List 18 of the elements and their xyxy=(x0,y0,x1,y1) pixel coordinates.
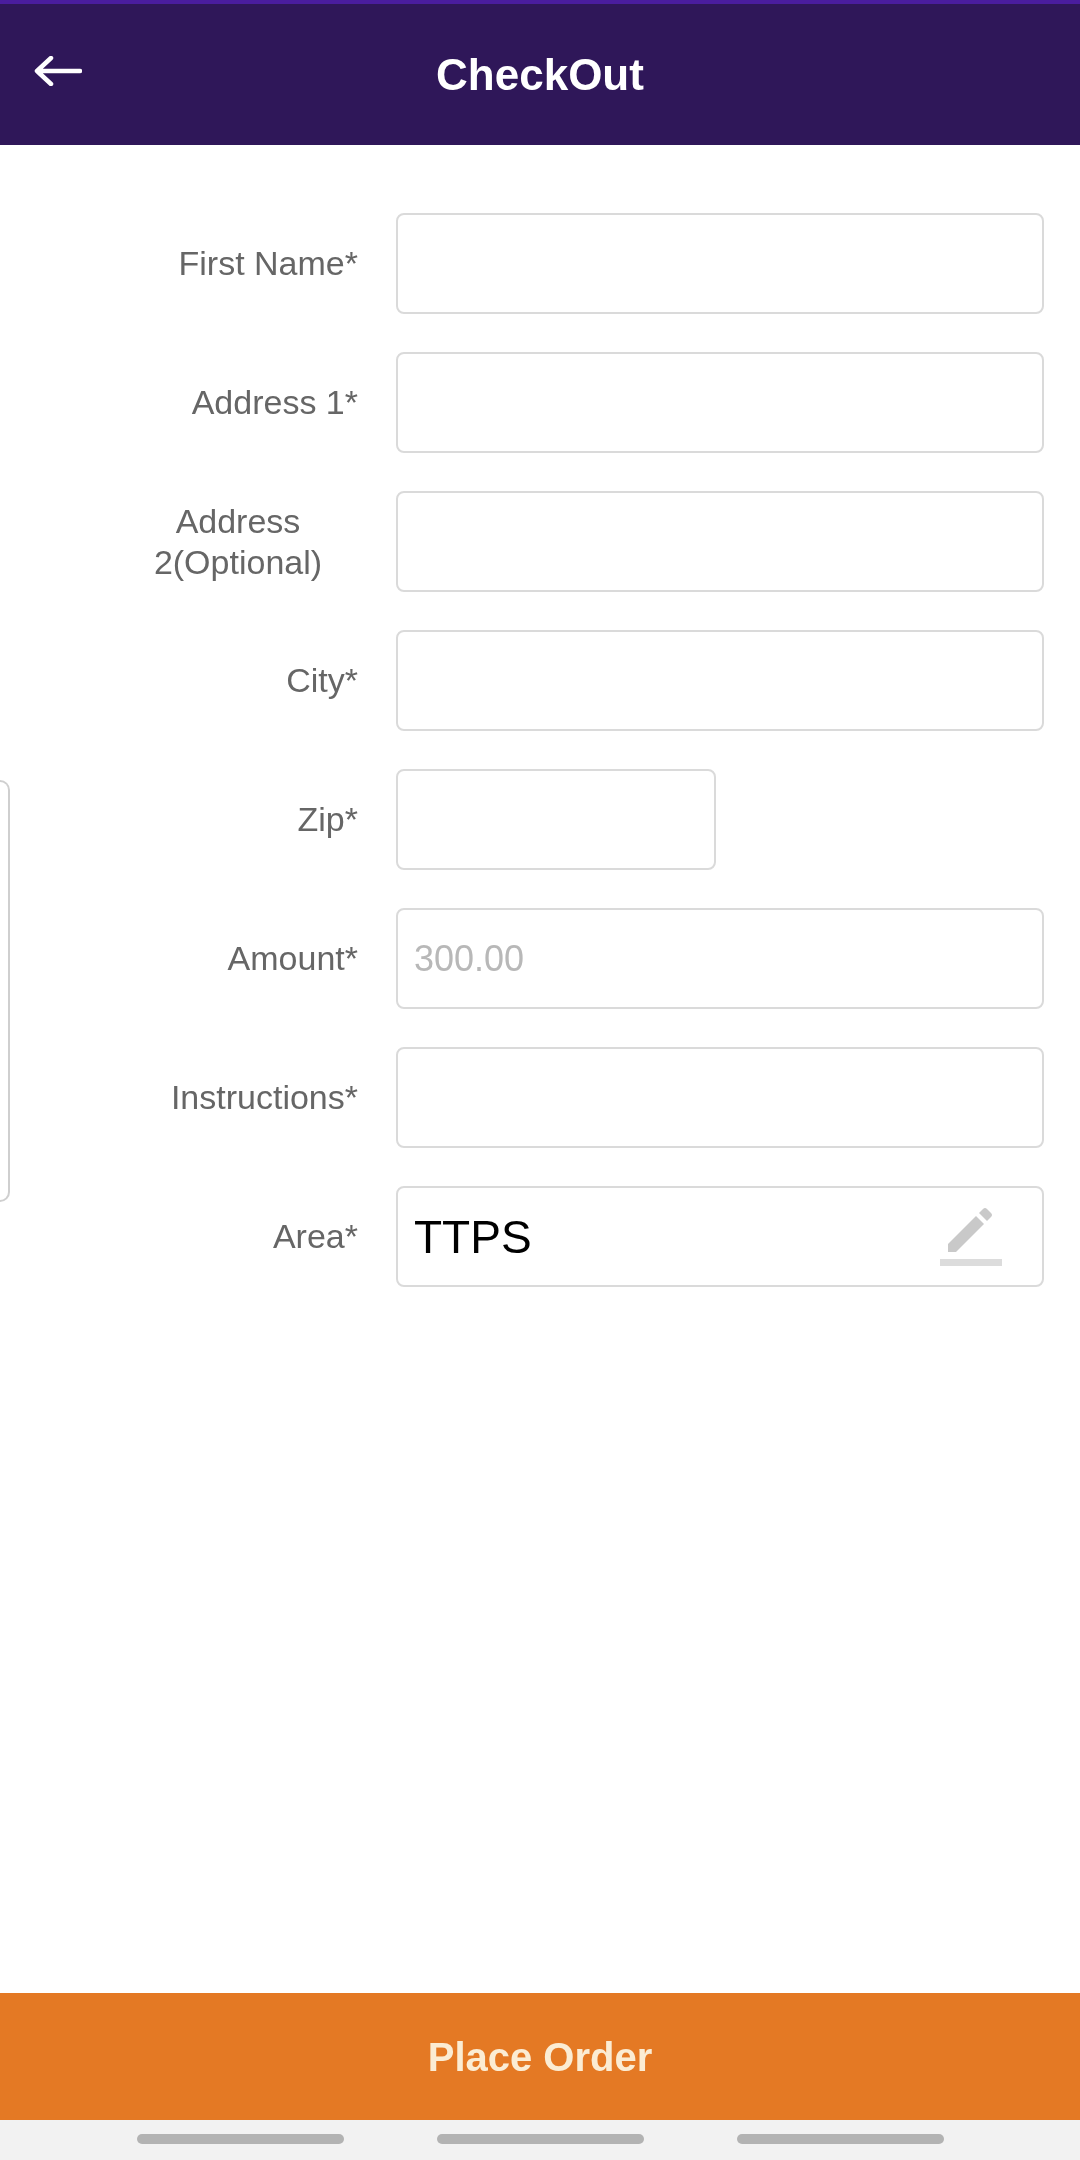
field-label: First Name* xyxy=(178,243,358,284)
field-label: Amount* xyxy=(227,938,358,979)
field-label: Address 1* xyxy=(191,382,358,423)
input-field[interactable] xyxy=(396,352,1044,453)
header-title: CheckOut xyxy=(436,48,644,101)
field-label: Zip* xyxy=(297,799,358,840)
input-field[interactable] xyxy=(396,491,1044,592)
field-label: Address 2(Optional) xyxy=(152,500,324,583)
input-field[interactable] xyxy=(396,630,1044,731)
field-label: Instructions* xyxy=(170,1077,358,1118)
field-label: Area* xyxy=(272,1216,358,1257)
input-field[interactable] xyxy=(396,1047,1044,1148)
back-arrow-icon[interactable] xyxy=(34,56,82,86)
field-label: City* xyxy=(286,660,358,701)
area-picker-field[interactable]: TTPS xyxy=(396,1186,1044,1287)
input-field[interactable] xyxy=(396,213,1044,314)
input-field[interactable]: 300.00 xyxy=(396,908,1044,1009)
input-field[interactable] xyxy=(396,769,716,870)
